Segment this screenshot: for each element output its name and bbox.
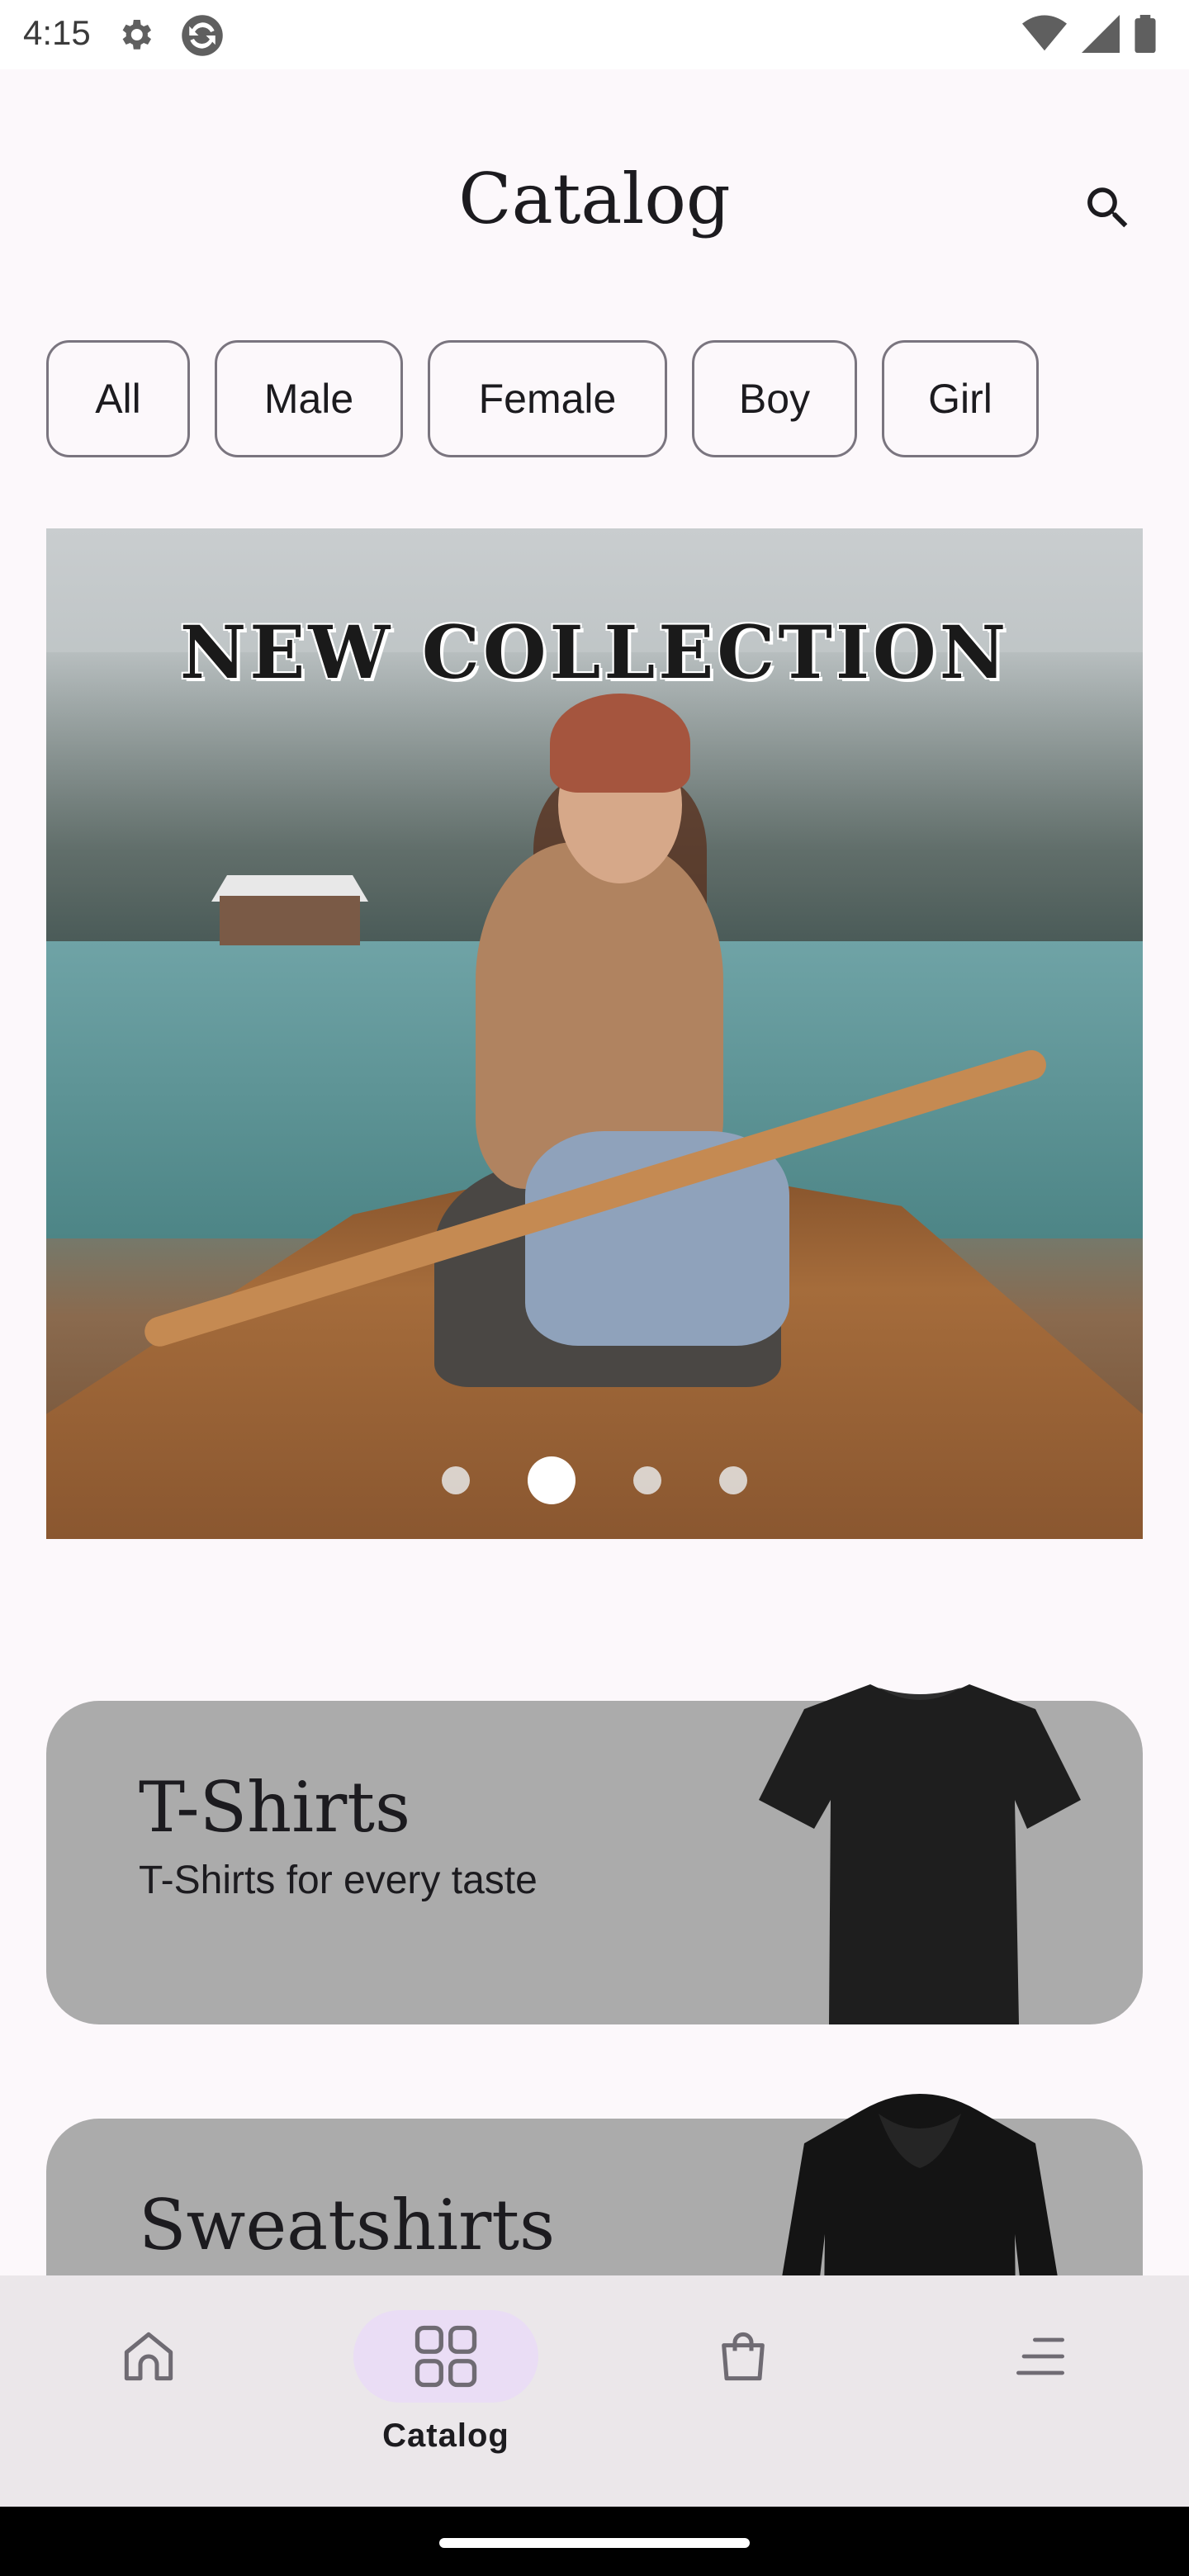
nav-catalog[interactable]: Catalog (297, 2275, 594, 2507)
chip-male[interactable]: Male (215, 340, 403, 457)
chip-boy[interactable]: Boy (692, 340, 857, 457)
cellular-signal-icon (1082, 15, 1120, 53)
chip-girl[interactable]: Girl (882, 340, 1039, 457)
nav-icon-container (56, 2310, 241, 2403)
banner-title: NEW COLLECTION (179, 609, 1010, 695)
shopping-bag-icon (722, 2332, 765, 2381)
bottom-navigation: Catalog (0, 2275, 1189, 2507)
nav-icon-container-active (353, 2310, 538, 2403)
banner-person-hat (550, 694, 690, 793)
category-title: T-Shirts (139, 1767, 411, 1848)
grid-icon (414, 2325, 477, 2388)
filter-chips: All Male Female Boy Girl (46, 340, 1039, 457)
nav-icon-container (651, 2310, 836, 2403)
carousel-dot[interactable] (442, 1466, 470, 1494)
battery-icon (1135, 15, 1156, 53)
banner-cabin (220, 896, 360, 945)
carousel-indicator (46, 1456, 1143, 1504)
nav-home[interactable] (0, 2275, 297, 2507)
wifi-icon (1022, 15, 1067, 51)
category-title: Sweatshirts (139, 2185, 556, 2266)
gesture-handle[interactable] (439, 2538, 750, 2548)
page-title: Catalog (458, 159, 731, 239)
nav-icon-container (948, 2310, 1133, 2403)
search-button[interactable] (1073, 173, 1143, 243)
chip-all[interactable]: All (46, 340, 190, 457)
sync-app-icon (182, 15, 223, 56)
nav-bag[interactable] (594, 2275, 892, 2507)
top-app-bar: Catalog (0, 69, 1189, 339)
system-gesture-bar (0, 2507, 1189, 2576)
screen: 4:15 Catalog All Male Female Boy Girl NE… (0, 0, 1189, 2576)
search-icon (1087, 187, 1128, 228)
menu-lines-icon (1016, 2337, 1064, 2375)
home-icon (124, 2332, 173, 2381)
category-subtitle: T-Shirts for every taste (139, 1859, 538, 1902)
nav-label-catalog: Catalog (382, 2417, 509, 2454)
carousel-dot-active[interactable] (528, 1456, 576, 1504)
status-indicators (1022, 15, 1156, 53)
status-bar: 4:15 (0, 0, 1189, 69)
new-collection-banner[interactable]: NEW COLLECTION (46, 528, 1143, 1539)
chip-female[interactable]: Female (428, 340, 667, 457)
category-card-tshirts[interactable]: T-Shirts T-Shirts for every taste (46, 1684, 1143, 2024)
nav-menu[interactable] (892, 2275, 1189, 2507)
status-time: 4:15 (23, 13, 91, 52)
carousel-dot[interactable] (719, 1466, 747, 1494)
tshirt-image (759, 1684, 1081, 2024)
carousel-dot[interactable] (633, 1466, 661, 1494)
settings-gear-icon (122, 20, 151, 50)
